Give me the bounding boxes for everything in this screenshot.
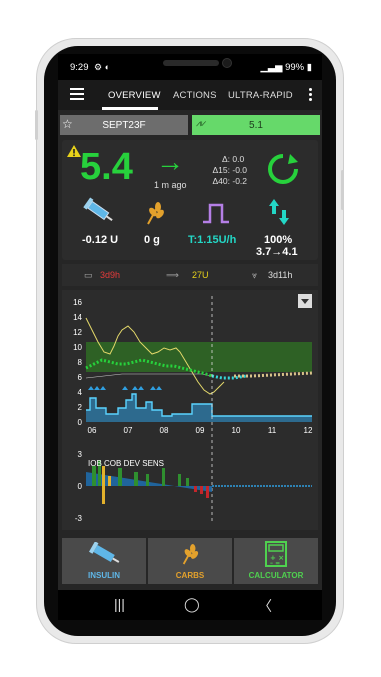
y2-tick-label: -3 [75, 514, 83, 523]
system-nav-bar: ||| ◯ 〈 [58, 590, 322, 620]
power-button [341, 170, 344, 210]
x-tick-label: 06 [88, 426, 97, 435]
delta40-label: Δ40: [212, 176, 231, 186]
carbs-icon [182, 544, 199, 565]
home-icon[interactable]: ◯ [184, 596, 200, 613]
bg-chart[interactable]: IOB COB DEV SENS 0 2 4 6 8 10 12 14 16 06 07 08 09 10… [62, 290, 318, 530]
battery-icon: ▮ [304, 62, 312, 73]
settings-status-icon: ⚙ ◐ [94, 62, 111, 72]
carbs-button[interactable]: CARBS [148, 538, 232, 584]
target-range-band [86, 342, 312, 372]
menu-icon[interactable] [70, 88, 84, 100]
trend-arrow-icon: → [156, 146, 184, 177]
signal-icon: ▁▃▅ [260, 62, 286, 73]
profile-button[interactable]: ☆ SEPT23F [60, 115, 188, 135]
svg-text:– =: – = [270, 560, 280, 567]
iob-value: -0.12 U [82, 234, 119, 246]
tab-overview[interactable]: OVERVIEW [108, 90, 161, 101]
carbs-label: CARBS [175, 571, 205, 580]
delta-block: Δ: 0.0 Δ15: -0.0 Δ40: -0.2 [208, 154, 248, 187]
calculator-label: CALCULATOR [248, 571, 304, 580]
speaker-slot [163, 60, 219, 66]
autosens-icon[interactable] [268, 198, 290, 226]
more-options-icon[interactable] [309, 88, 312, 103]
y2-tick-label: 0 [78, 482, 83, 491]
x-tick-label: 12 [304, 426, 313, 435]
status-time: 9:29 [70, 62, 89, 73]
x-tick-label: 11 [268, 426, 277, 435]
glucose-value[interactable]: 5.4 [80, 146, 133, 189]
y-tick-label: 6 [78, 373, 83, 382]
reservoir-level[interactable]: 27U [192, 270, 209, 280]
profile-name: SEPT23F [102, 120, 146, 131]
syringe-icon [89, 542, 120, 563]
smb-markers [88, 386, 162, 390]
reservoir-icon: ⟹ [166, 270, 179, 280]
cannula-age[interactable]: 3d9h [100, 270, 120, 280]
iob-prediction [211, 374, 247, 380]
volume-button [35, 110, 38, 140]
y-tick-label: 16 [73, 298, 82, 307]
autosens-range: 3.7→4.1 [256, 246, 298, 258]
cannula-icon: ▭ [84, 270, 93, 280]
y-tick-label: 2 [78, 403, 83, 412]
top-toolbar: OVERVIEW ACTIONS ULTRA-RAPID [58, 80, 322, 110]
carbs-icon[interactable] [144, 200, 166, 226]
delta40-value: -0.2 [232, 176, 248, 186]
status-bar: 9:29 ⚙ ◐ ▁▃▅ 99% ▮ [58, 54, 322, 80]
sensor-icon: ⩔ [252, 270, 258, 280]
tab-indicator [102, 107, 158, 110]
syringe-icon[interactable] [82, 196, 116, 226]
delta15-label: Δ15: [212, 165, 231, 175]
delta-value: 0.0 [232, 154, 245, 164]
y-tick-label: 0 [78, 418, 83, 427]
temp-basal-value: T:1.15U/h [188, 234, 237, 246]
loop-status-icon[interactable] [266, 152, 300, 186]
cob-value: 0 g [144, 234, 160, 246]
target-button[interactable]: ⩘⩗ 5.1 [192, 115, 320, 135]
uam-prediction [234, 371, 313, 378]
sensor-age[interactable]: 3d11h [268, 270, 292, 280]
autosens-value: 100% [264, 234, 293, 246]
camera-icon [222, 58, 232, 68]
bottom-actions: INSULIN CARBS + × – = CALCULATOR [62, 538, 318, 584]
recent-apps-icon[interactable]: ||| [114, 596, 125, 612]
negative-deviation-bars [194, 486, 209, 498]
x-tick-label: 08 [160, 426, 169, 435]
app-screen: 9:29 ⚙ ◐ ▁▃▅ 99% ▮ OVERVIEW ACTIONS ULTR… [58, 54, 322, 620]
y-tick-label: 4 [78, 388, 83, 397]
x-tick-label: 10 [232, 426, 241, 435]
target-value: 5.1 [249, 120, 263, 131]
glucose-age: 1 m ago [154, 180, 187, 190]
calculator-button[interactable]: + × – = CALCULATOR [234, 538, 318, 584]
back-icon[interactable]: 〈 [258, 596, 272, 616]
delta15-value: -0.0 [232, 165, 248, 175]
insulin-label: INSULIN [88, 571, 120, 580]
tab-actions[interactable]: ACTIONS [173, 90, 217, 101]
y-tick-label: 10 [73, 343, 82, 352]
profile-bar: ☆ SEPT23F ⩘⩗ 5.1 [58, 114, 322, 136]
delta-label: Δ: [221, 154, 230, 164]
temp-basal-icon[interactable] [202, 202, 230, 224]
x-tick-label: 07 [124, 426, 133, 435]
battery-status: ▁▃▅ 99% ▮ [260, 62, 312, 73]
y2-tick-label: 3 [78, 450, 83, 459]
chart2-legend: IOB COB DEV SENS [88, 459, 164, 468]
charts-panel: IOB COB DEV SENS 0 2 4 6 8 10 12 14 16 06 07 08 09 10… [62, 290, 318, 530]
insulin-button[interactable]: INSULIN [62, 538, 146, 584]
y-tick-label: 12 [73, 328, 82, 337]
y-tick-label: 8 [78, 358, 83, 367]
tab-ultra-rapid[interactable]: ULTRA-RAPID [228, 90, 293, 101]
calculator-icon: + × – = [265, 541, 287, 567]
device-status-bar: ▭ 3d9h ⟹ 27U ⩔ 3d11h [62, 264, 318, 286]
x-tick-label: 09 [196, 426, 205, 435]
y-tick-label: 14 [73, 313, 82, 322]
